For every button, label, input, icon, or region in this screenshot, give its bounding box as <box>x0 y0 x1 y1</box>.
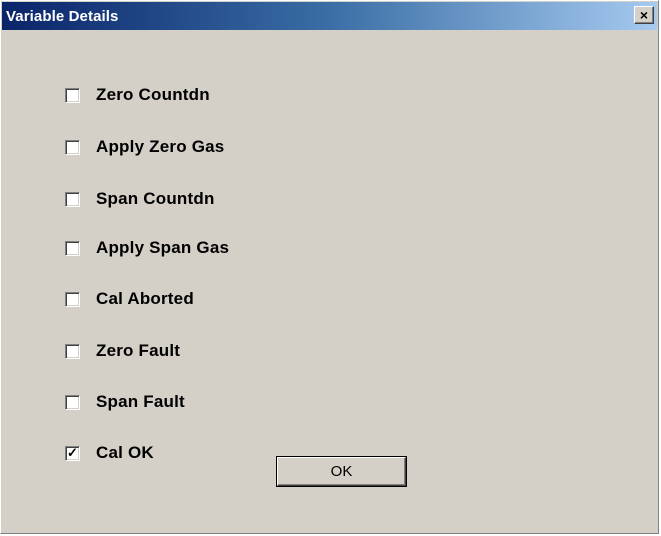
checkbox-box[interactable] <box>65 343 80 359</box>
checkbox-label: Zero Countdn <box>96 85 210 104</box>
checkbox-box[interactable] <box>65 394 80 410</box>
checkbox-label: Cal OK <box>96 443 154 462</box>
checkbox-label: Span Countdn <box>96 189 215 208</box>
checkbox-cal-ok[interactable]: ✓ Cal OK <box>65 441 154 465</box>
close-button[interactable]: × <box>634 6 654 24</box>
checkbox-label: Span Fault <box>96 392 185 411</box>
checkbox-label: Apply Span Gas <box>96 238 230 257</box>
checkbox-box[interactable]: ✓ <box>65 444 80 461</box>
checkbox-label: Cal Aborted <box>96 289 194 308</box>
window-title: Variable Details <box>6 7 119 25</box>
ok-button-label: OK <box>330 463 353 480</box>
checkbox-box[interactable] <box>65 139 80 155</box>
checkbox-span-countdn[interactable]: Span Countdn <box>65 187 215 211</box>
checkbox-zero-countdn[interactable]: Zero Countdn <box>65 83 210 107</box>
checkbox-box[interactable] <box>65 291 80 307</box>
checkbox-box[interactable] <box>65 191 80 207</box>
close-icon: × <box>639 7 649 23</box>
checkbox-zero-fault[interactable]: Zero Fault <box>65 339 180 363</box>
title-bar[interactable]: Variable Details × <box>2 2 657 30</box>
checkbox-apply-span-gas[interactable]: Apply Span Gas <box>65 236 229 260</box>
ok-button[interactable]: OK <box>277 457 406 486</box>
checkbox-cal-aborted[interactable]: Cal Aborted <box>65 287 194 311</box>
checkbox-box[interactable] <box>65 87 80 103</box>
checkbox-apply-zero-gas[interactable]: Apply Zero Gas <box>65 135 224 159</box>
variable-details-dialog: Variable Details × Zero Countdn Apply Ze… <box>0 0 659 534</box>
checkbox-box[interactable] <box>65 240 80 256</box>
checkbox-label: Apply Zero Gas <box>96 137 225 156</box>
check-icon: ✓ <box>67 444 78 460</box>
checkbox-span-fault[interactable]: Span Fault <box>65 390 185 414</box>
checkbox-label: Zero Fault <box>96 341 181 360</box>
